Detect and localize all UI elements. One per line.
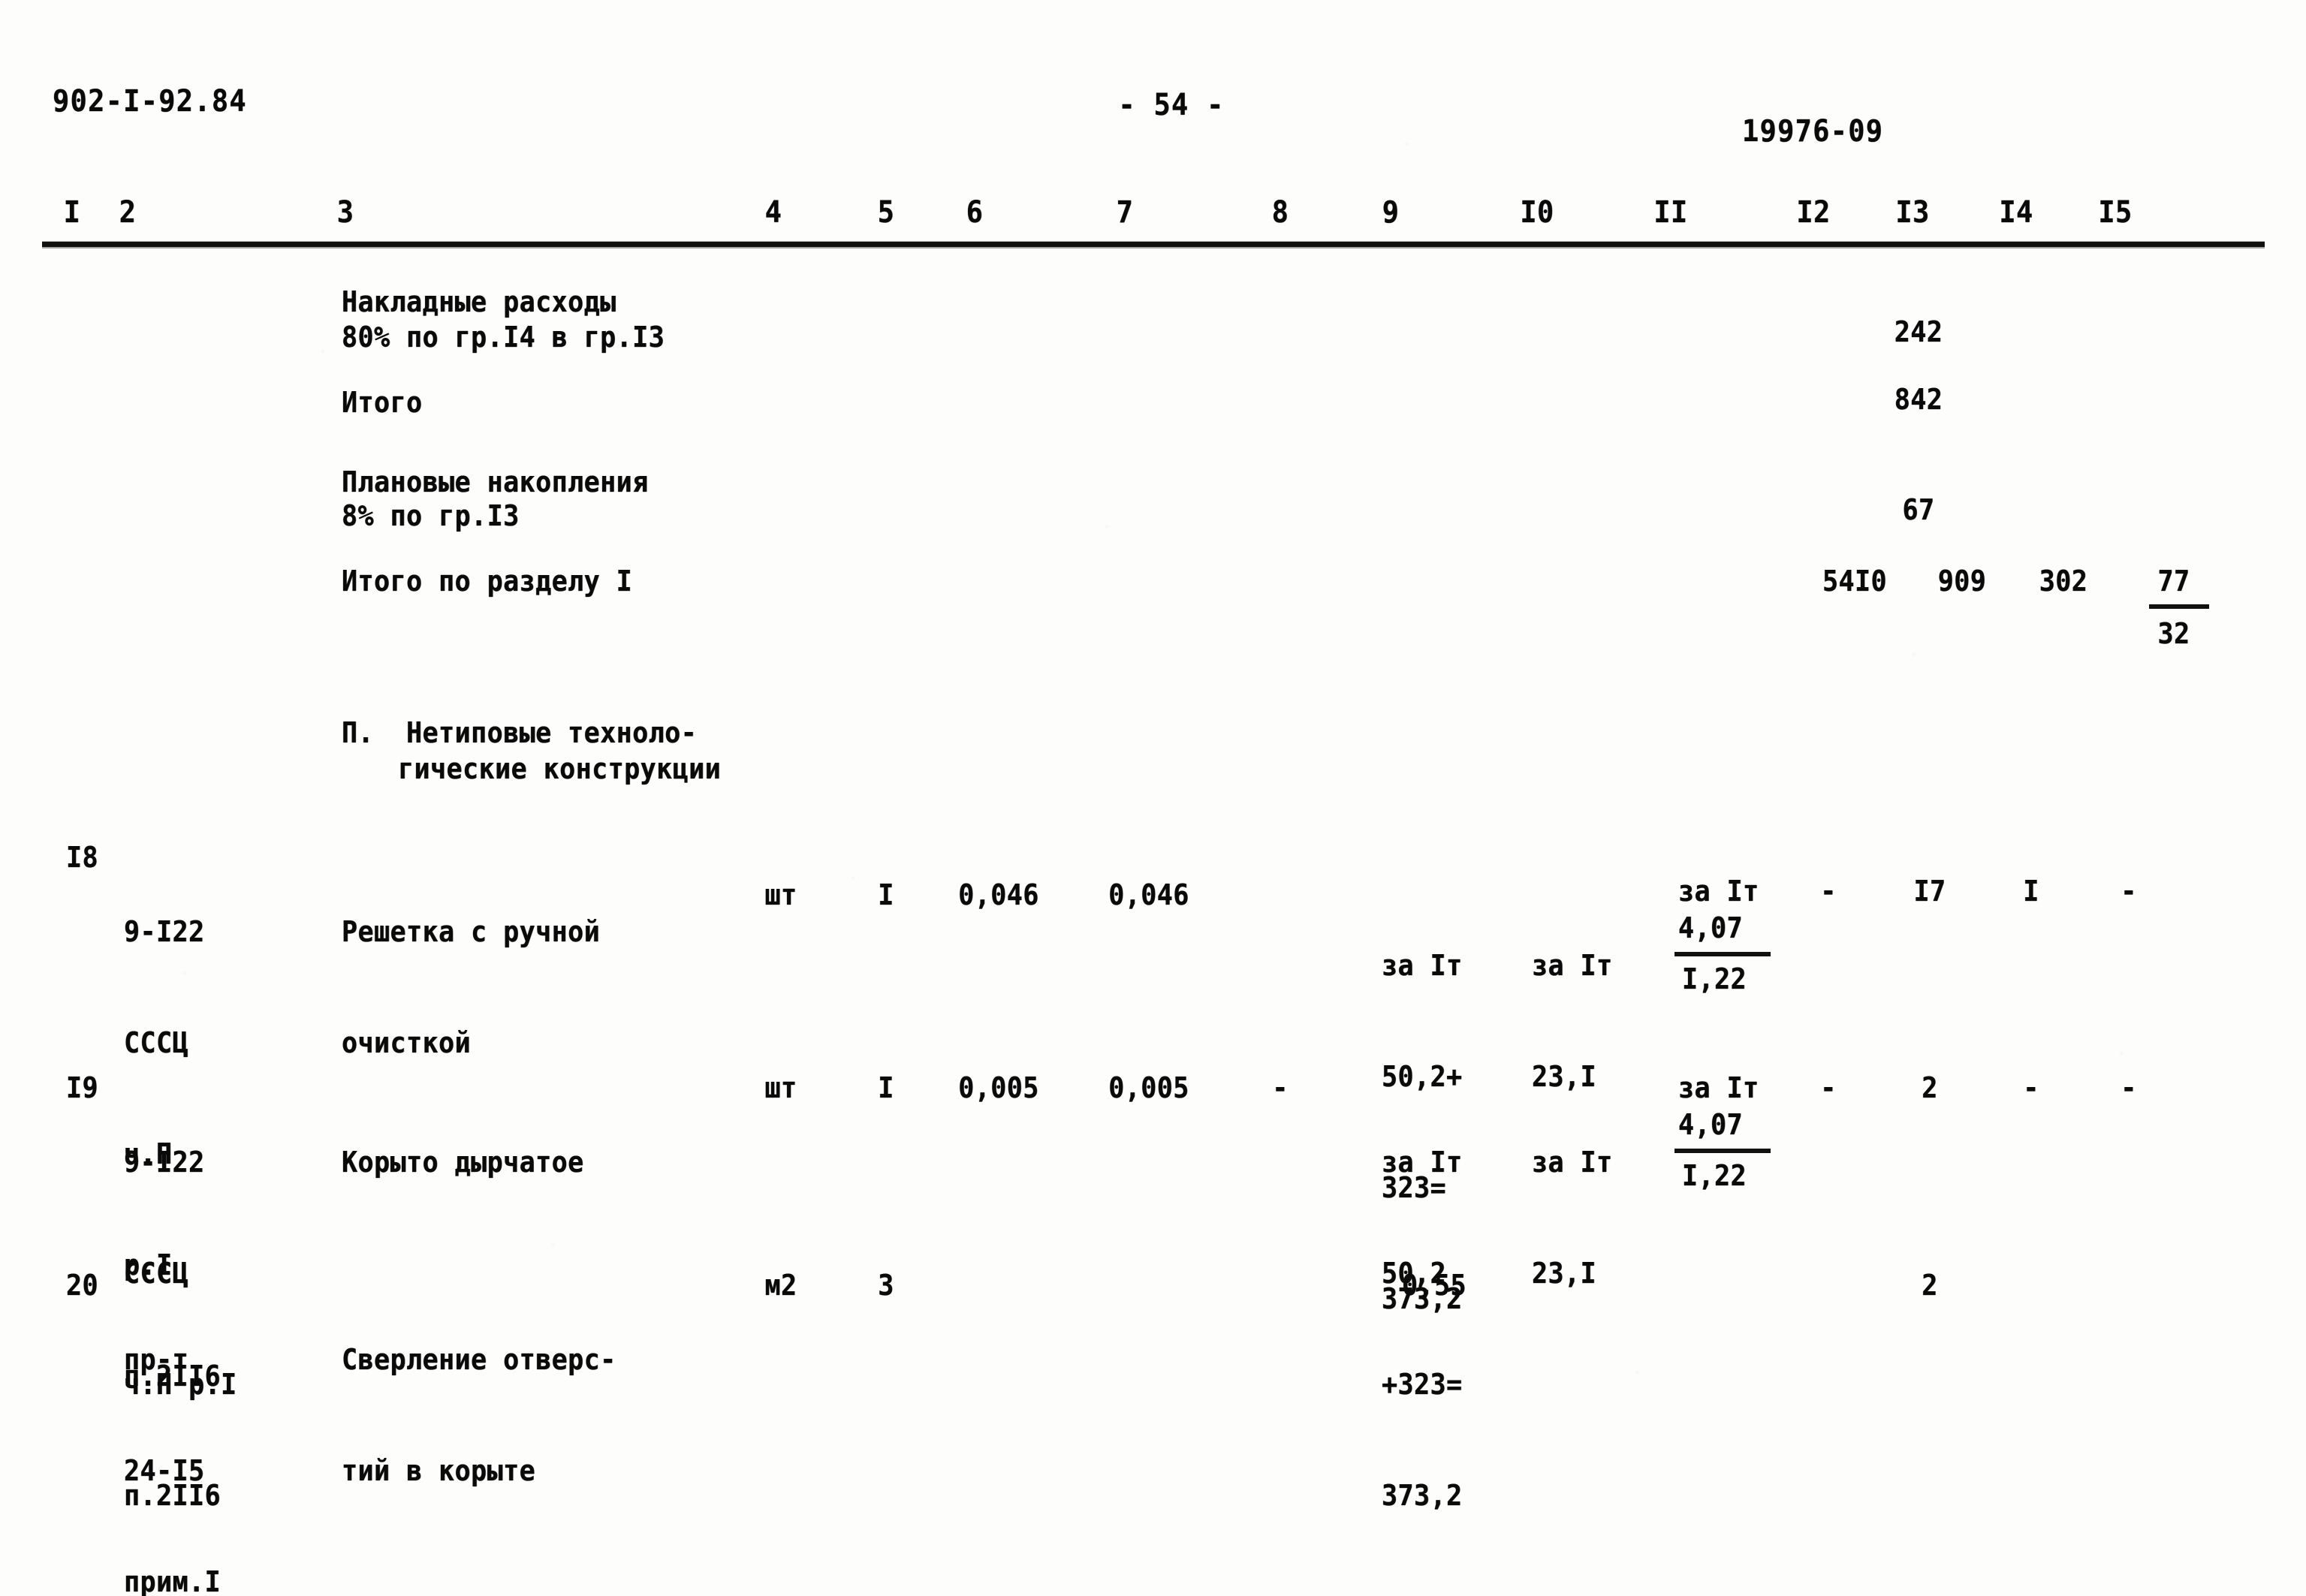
summary-row-section-total-col13: 909 bbox=[1937, 565, 1987, 598]
document-code-right: 19976-09 bbox=[1742, 114, 1884, 149]
column-number-1: I bbox=[63, 195, 81, 230]
item-row-19-col11-fraction-line bbox=[1674, 1149, 1771, 1153]
item-row-19-unit: шт bbox=[764, 1071, 797, 1104]
item-row-19-col15: - bbox=[2121, 1071, 2137, 1104]
item-row-20-code-line-3: прим.I bbox=[124, 1565, 222, 1596]
column-number-4: 4 bbox=[764, 195, 782, 230]
item-row-18-col11-denominator: I,22 bbox=[1682, 962, 1747, 995]
item-row-18-col15: - bbox=[2121, 875, 2137, 908]
item-row-19-code-line-1: 9-I22 bbox=[124, 1145, 205, 1179]
section-heading-line2: гические конструкции bbox=[398, 752, 722, 785]
item-row-20-description-line-2: тий в корыте bbox=[342, 1453, 536, 1487]
summary-row-overhead-label-line1: Накладные расходы bbox=[342, 285, 616, 318]
item-row-18-quantity: I bbox=[878, 878, 894, 911]
summary-row-section-total-col15-fraction-line bbox=[2149, 604, 2209, 609]
summary-row-subtotal-col13: 842 bbox=[1894, 383, 1943, 416]
item-row-19-col10-line-2: 23,I bbox=[1532, 1256, 1597, 1290]
summary-row-planned-savings-label-line2: 8% по гр.I3 bbox=[342, 499, 520, 532]
column-number-9: 9 bbox=[1382, 195, 1400, 230]
summary-row-subtotal-label: Итого bbox=[342, 386, 423, 419]
item-row-18-description-line-2: очисткой bbox=[342, 1025, 472, 1059]
item-row-18-col14: I bbox=[2023, 875, 2039, 908]
item-row-20-col9: 0,55 bbox=[1401, 1269, 1467, 1302]
column-number-12: I2 bbox=[1796, 195, 1831, 230]
item-row-18-code-line-2: СССЦ bbox=[124, 1025, 189, 1059]
item-row-19-col9-line-4: 373,2 bbox=[1382, 1479, 1463, 1513]
item-row-19-description-line-1: Корыто дырчатое bbox=[342, 1145, 584, 1179]
item-row-19-col11-denominator: I,22 bbox=[1682, 1159, 1747, 1192]
section-heading-line1: П. Нетиповые техноло- bbox=[342, 716, 698, 749]
item-row-19-col11-numerator: 4,07 bbox=[1678, 1108, 1744, 1141]
item-row-18-description-line-1: Решетка с ручной bbox=[342, 914, 601, 948]
item-row-19-col14: - bbox=[2023, 1071, 2039, 1104]
page-number-marker: - 54 - bbox=[1118, 88, 1225, 122]
column-number-8: 8 bbox=[1271, 195, 1289, 230]
item-row-18-code-line-1: 9-I22 bbox=[124, 914, 205, 948]
item-row-18-number: I8 bbox=[66, 841, 99, 874]
item-row-19-col13: 2 bbox=[1922, 1071, 1938, 1104]
column-number-10: I0 bbox=[1520, 195, 1554, 230]
item-row-18-col7: 0,046 bbox=[1108, 878, 1189, 911]
item-row-18-unit: шт bbox=[764, 878, 797, 911]
item-row-19-number: I9 bbox=[66, 1071, 99, 1104]
item-row-19-col9-line-3: +323= bbox=[1382, 1368, 1463, 1402]
item-row-19-col6: 0,005 bbox=[958, 1071, 1039, 1104]
item-row-20-quantity: 3 bbox=[878, 1269, 894, 1302]
item-row-18-col11-fraction-line bbox=[1674, 952, 1771, 956]
item-row-19-col10-line-1: за Iт bbox=[1532, 1145, 1613, 1179]
column-number-11: II bbox=[1653, 195, 1688, 230]
summary-row-planned-savings-col13: 67 bbox=[1902, 493, 1935, 526]
item-row-18-col9-line-1: за Iт bbox=[1382, 948, 1463, 982]
header-horizontal-rule bbox=[42, 242, 2265, 247]
item-row-20-number: 20 bbox=[66, 1269, 99, 1302]
item-row-19-col12: - bbox=[1820, 1071, 1837, 1104]
item-row-18-col13: I7 bbox=[1913, 875, 1946, 908]
item-row-19-col8: - bbox=[1272, 1071, 1289, 1104]
summary-row-overhead-col13: 242 bbox=[1894, 315, 1943, 348]
item-row-20-col13: 2 bbox=[1922, 1269, 1938, 1302]
item-row-18-col11-header: за Iт bbox=[1678, 875, 1759, 908]
item-row-19-quantity: I bbox=[878, 1071, 894, 1104]
column-number-6: 6 bbox=[966, 195, 984, 230]
item-row-20-code-line-2: 24-I5 bbox=[124, 1453, 205, 1487]
item-row-19-col11-header: за Iт bbox=[1678, 1071, 1759, 1104]
summary-row-section-total-col15-numerator: 77 bbox=[2157, 565, 2190, 598]
item-row-18-col11-numerator: 4,07 bbox=[1678, 911, 1744, 944]
item-row-19-col7: 0,005 bbox=[1108, 1071, 1189, 1104]
summary-row-overhead-label-line2: 80% по гр.I4 в гр.I3 bbox=[342, 321, 665, 354]
column-number-7: 7 bbox=[1116, 195, 1134, 230]
column-number-3: 3 bbox=[336, 195, 354, 230]
column-number-2: 2 bbox=[119, 195, 137, 230]
summary-row-section-total-col14: 302 bbox=[2039, 565, 2088, 598]
scanned-document-page: 902-I-92.84 - 54 - 19976-09 I 2 3 4 5 6 … bbox=[0, 0, 2306, 1596]
summary-row-section-total-label: Итого по разделу I bbox=[342, 565, 633, 598]
column-number-14: I4 bbox=[1999, 195, 2033, 230]
item-row-20-unit: м2 bbox=[764, 1269, 797, 1302]
summary-row-section-total-col12: 54I0 bbox=[1822, 565, 1888, 598]
item-row-18-col12: - bbox=[1820, 875, 1837, 908]
item-row-18-col10-line-1: за Iт bbox=[1532, 948, 1613, 982]
column-number-13: I3 bbox=[1895, 195, 1930, 230]
item-row-19-col9-line-1: за Iт bbox=[1382, 1145, 1463, 1179]
document-code-left: 902-I-92.84 bbox=[53, 84, 247, 119]
summary-row-section-total-col15-denominator: 32 bbox=[2157, 617, 2190, 650]
summary-row-planned-savings-label-line1: Плановые накопления bbox=[342, 465, 649, 498]
column-number-5: 5 bbox=[877, 195, 895, 230]
column-number-15: I5 bbox=[2098, 195, 2133, 230]
item-row-18-col6: 0,046 bbox=[958, 878, 1039, 911]
item-row-20-code-line-1: пр-т bbox=[124, 1342, 189, 1376]
item-row-20-description-line-1: Сверление отверс- bbox=[342, 1342, 616, 1376]
